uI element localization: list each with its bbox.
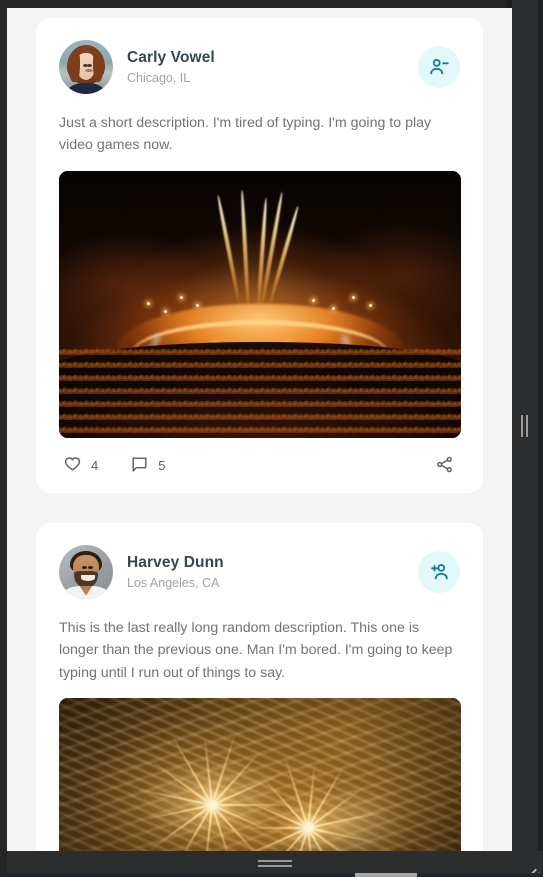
- avatar-harvey-image: [59, 544, 113, 599]
- golden-fireworks-photo: [59, 698, 461, 851]
- post-actions: 4 5: [59, 451, 460, 481]
- heart-icon: [63, 455, 82, 477]
- bottom-edge-strip: [0, 873, 543, 877]
- post-card: Harvey Dunn Los Angeles, CA This is the …: [36, 522, 483, 851]
- comment-count: 5: [158, 458, 166, 474]
- photo-crowd-texture: [59, 341, 461, 438]
- follow-button[interactable]: [418, 550, 460, 593]
- like-count: 4: [91, 458, 99, 474]
- post-identity: Carly Vowel Chicago, IL: [127, 48, 404, 86]
- bottom-edge-tab[interactable]: [355, 873, 417, 877]
- avatar[interactable]: [59, 40, 113, 94]
- avatar-eye-right: [87, 566, 93, 570]
- avatar-hair-left: [67, 51, 80, 83]
- photo-crowd: [59, 341, 461, 438]
- window-top-edge: [0, 0, 543, 8]
- share-icon: [435, 455, 454, 477]
- like-button[interactable]: 4: [61, 451, 100, 481]
- post-author-name: Carly Vowel: [127, 48, 215, 66]
- avatar-mouth: [84, 68, 93, 72]
- screen: Carly Vowel Chicago, IL Just a short des…: [0, 0, 543, 877]
- corner-resize-handle[interactable]: [521, 854, 541, 877]
- window-left-edge: [0, 0, 7, 877]
- comment-button[interactable]: 5: [128, 451, 167, 481]
- post-image[interactable]: [59, 170, 461, 438]
- post-header: Harvey Dunn Los Angeles, CA: [59, 544, 460, 599]
- unfollow-button[interactable]: [418, 46, 460, 88]
- vertical-resize-bar[interactable]: [512, 0, 538, 851]
- post-feed: Carly Vowel Chicago, IL Just a short des…: [7, 8, 512, 851]
- person-remove-icon: [428, 56, 450, 78]
- post-description: Just a short description. I'm tired of t…: [59, 115, 432, 154]
- post-identity: Harvey Dunn Los Angeles, CA: [127, 553, 404, 591]
- post-author-location: Los Angeles, CA: [127, 575, 220, 590]
- post-image[interactable]: [59, 698, 461, 851]
- photo-vignette: [59, 698, 461, 851]
- post-header: Carly Vowel Chicago, IL: [59, 40, 460, 94]
- vertical-grip-icon[interactable]: [521, 414, 529, 437]
- post-author-name: Harvey Dunn: [127, 553, 224, 571]
- concert-fireworks-photo: [59, 170, 461, 438]
- avatar-eye-left: [81, 566, 87, 570]
- avatar-shoulders: [67, 83, 105, 94]
- avatar-smile: [80, 575, 95, 582]
- avatar[interactable]: [59, 544, 113, 599]
- avatar-carly-image: [59, 40, 113, 94]
- comment-icon: [130, 455, 149, 477]
- avatar-hair-right: [92, 51, 105, 83]
- app-surface: Carly Vowel Chicago, IL Just a short des…: [7, 8, 512, 851]
- horizontal-grip-icon[interactable]: [258, 860, 292, 868]
- share-button[interactable]: [431, 451, 458, 481]
- person-add-icon: [428, 561, 450, 583]
- post-author-location: Chicago, IL: [127, 70, 191, 85]
- avatar-eye-right: [87, 64, 93, 68]
- post-description: This is the last really long random desc…: [59, 619, 453, 681]
- post-card: Carly Vowel Chicago, IL Just a short des…: [36, 18, 483, 493]
